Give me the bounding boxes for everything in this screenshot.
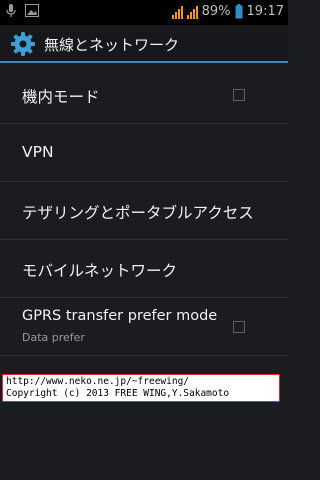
- settings-item-label: テザリングとポータブルアクセス: [22, 204, 254, 222]
- settings-item-summary: Data prefer: [22, 331, 85, 344]
- settings-item-label: GPRS transfer prefer mode: [22, 308, 218, 324]
- watermark-copyright: Copyright (c) 2013 FREE WING,Y.Sakamoto: [6, 388, 230, 399]
- mic-icon: [6, 4, 16, 17]
- copyright-watermark: http://www.neko.ne.jp/~freewing/ Copyrig…: [2, 374, 280, 402]
- action-bar: 無線とネットワーク: [0, 25, 288, 63]
- airplane-mode-checkbox[interactable]: [233, 89, 245, 101]
- settings-item-label: 機内モード: [22, 88, 100, 106]
- watermark-url: http://www.neko.ne.jp/~freewing/: [6, 376, 190, 387]
- settings-item-label: VPN: [22, 143, 54, 161]
- settings-list: 機内モード VPN テザリングとポータブルアクセス モバイルネットワーク GPR…: [0, 66, 288, 356]
- clock: 19:17: [246, 3, 284, 19]
- status-bar: 89% 19:17: [0, 0, 288, 25]
- status-indicators: 89% 19:17: [171, 3, 284, 19]
- settings-item-gprs-mode[interactable]: GPRS transfer prefer mode Data prefer: [0, 298, 288, 356]
- settings-item-label: モバイルネットワーク: [22, 262, 178, 280]
- notification-icons: [6, 4, 39, 18]
- settings-item-airplane-mode[interactable]: 機内モード: [0, 66, 288, 124]
- settings-item-vpn[interactable]: VPN: [0, 124, 288, 182]
- gprs-mode-checkbox[interactable]: [233, 321, 245, 333]
- image-icon: [25, 4, 39, 17]
- signal-icon: [171, 3, 183, 19]
- page-title: 無線とネットワーク: [44, 36, 180, 54]
- battery-percent: 89%: [201, 3, 231, 19]
- settings-gear-icon[interactable]: [10, 31, 36, 57]
- settings-item-mobile-network[interactable]: モバイルネットワーク: [0, 240, 288, 298]
- signal-icon: [186, 3, 198, 19]
- settings-item-tethering[interactable]: テザリングとポータブルアクセス: [0, 182, 288, 240]
- battery-icon: [235, 3, 243, 18]
